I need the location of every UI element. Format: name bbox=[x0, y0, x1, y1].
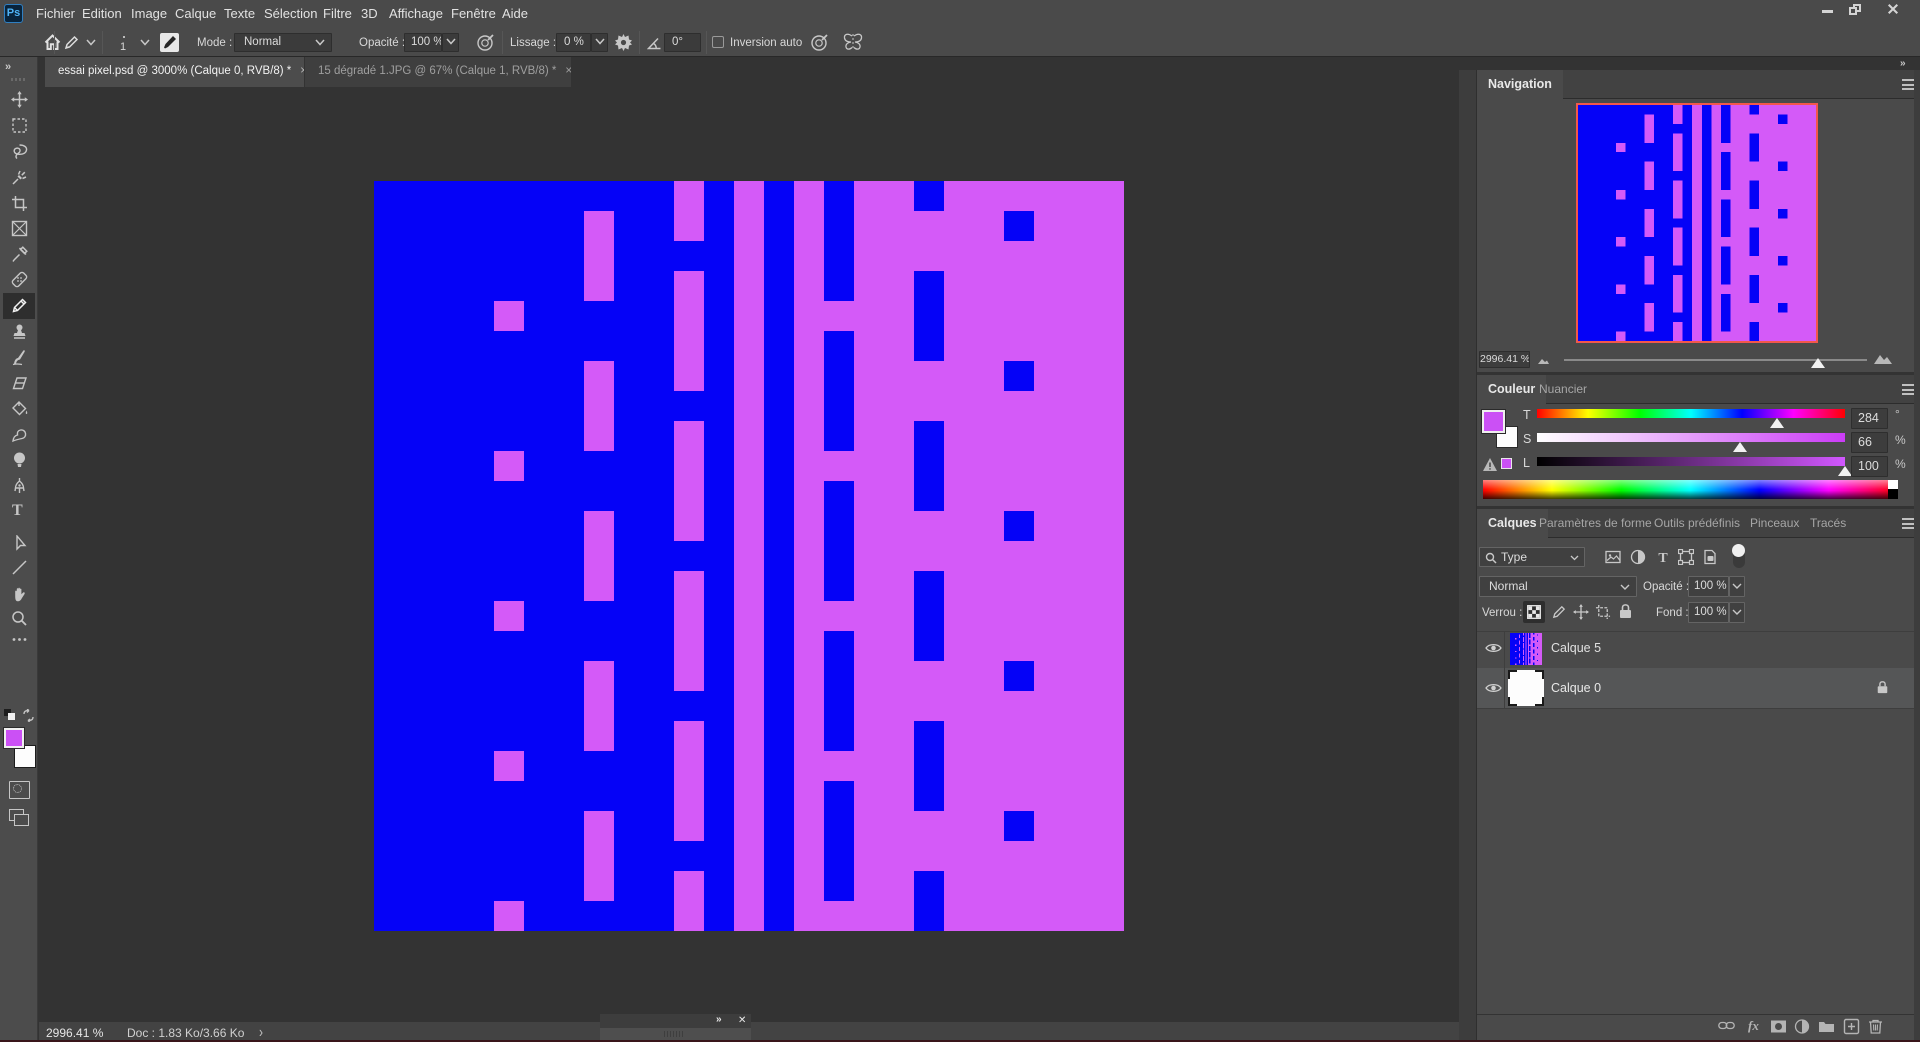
svg-text:fx: fx bbox=[1748, 1018, 1759, 1033]
svg-text:T: T bbox=[1658, 551, 1668, 565]
